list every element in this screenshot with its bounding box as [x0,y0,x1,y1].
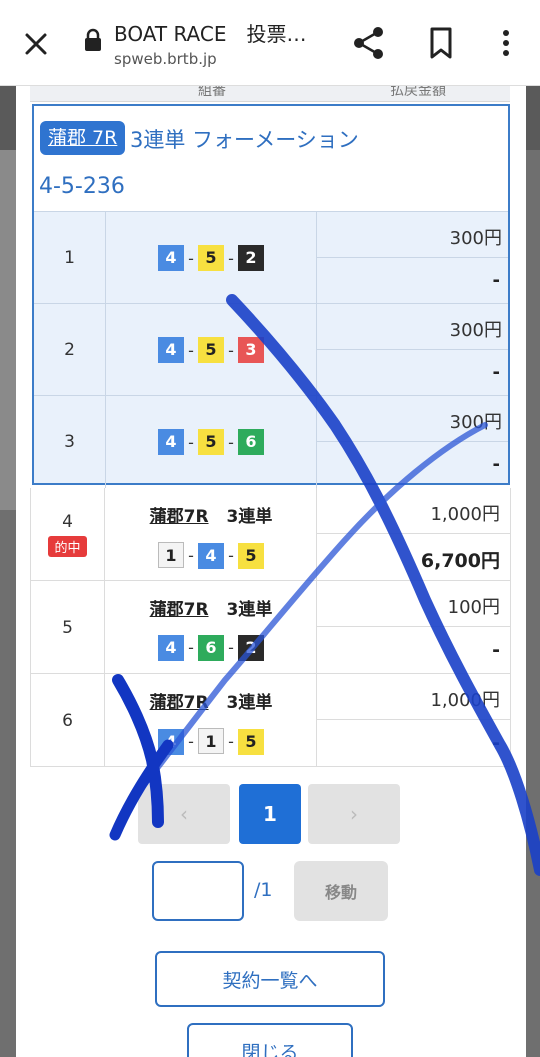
current-page-button[interactable]: 1 [239,784,301,844]
row-number: 1 [34,212,106,304]
close-icon[interactable] [18,26,54,62]
payout-amount: - [492,362,500,383]
bookmark-icon[interactable] [424,24,458,62]
bet-row[interactable]: 5 蒲郡7R 3連単 4-6-2 100円 - [30,581,511,674]
race-place-link[interactable]: 蒲郡7R [150,507,209,527]
boat-number: 5 [198,337,224,363]
bet-amount: 100円 [317,581,511,627]
bet-detail-modal: 組番 払戻金額 蒲郡 7R 3連単 フォーメーション 4-5-236 1 4-5… [16,83,526,1057]
row-number-cell: 6 [31,674,105,767]
next-page-button[interactable]: › [308,784,400,844]
page-number-input[interactable] [152,861,244,921]
bet-amount: 1,000円 [317,674,511,720]
boat-number: 3 [238,337,264,363]
bet-type: 3連単 [226,600,273,620]
bet-info: 蒲郡7R 3連単 1-4-5 [105,488,317,581]
boat-number: 5 [198,429,224,455]
move-button[interactable]: 移動 [294,861,388,921]
boat-number: 1 [198,728,224,754]
boat-combination: 4-1-5 [105,728,317,755]
boat-number: 4 [198,543,224,569]
selected-bet-card[interactable]: 蒲郡 7R 3連単 フォーメーション 4-5-236 1 4-5-2 300円 … [32,104,510,488]
hit-badge: 的中 [48,536,87,557]
row-number-cell: 4 的中 [31,488,105,581]
table-row: 3 4-5-6 300円 - [34,396,508,488]
bet-amount: 300円 [317,396,508,442]
boat-number: 2 [238,635,264,661]
race-line: 蒲郡7R 3連単 [105,595,317,620]
boat-number: 5 [238,729,264,755]
boat-combination: 4-5-6 [106,396,317,488]
bet-amount: 1,000円 [317,488,511,534]
boat-number: 4 [158,729,184,755]
boat-number: 4 [158,245,184,271]
page-total: /1 [254,879,273,901]
table-row: 1 4-5-2 300円 - [34,212,508,304]
share-icon[interactable] [350,24,388,62]
row-number: 5 [62,617,73,638]
page-title: BOAT RACE 投票… [114,22,307,46]
payout-amount: - [492,270,500,291]
boat-number: 4 [158,337,184,363]
boat-number: 2 [238,245,264,271]
row-number: 4 [62,512,73,532]
race-line: 蒲郡7R 3連単 [105,688,317,713]
race-line: 蒲郡7R 3連単 [105,502,317,527]
boat-combination: 4-6-2 [105,635,317,661]
payout-amount: - [317,720,511,767]
boat-number: 4 [158,429,184,455]
more-vert-icon[interactable] [494,24,518,62]
bet-row[interactable]: 6 蒲郡7R 3連単 4-1-5 1,000円 - [30,674,511,767]
payout-amount: 6,700円 [317,534,511,581]
boat-combination: 4-5-3 [106,304,317,396]
bet-type: 3連単 [226,693,273,713]
payout-amount: - [492,454,500,475]
boat-number: 5 [238,543,264,569]
bet-type: 3連単 [226,507,273,527]
bet-amount: 300円 [317,304,508,350]
selected-bet-header: 蒲郡 7R 3連単 フォーメーション 4-5-236 [34,106,508,212]
lock-icon [85,28,101,51]
table-header: 組番 払戻金額 [30,83,510,102]
race-place-link[interactable]: 蒲郡7R [150,693,209,713]
boat-number: 1 [158,542,184,568]
prev-page-button[interactable]: ‹ [138,784,230,844]
payout-amount: - [317,627,511,674]
row-number: 6 [62,710,73,731]
boat-number: 5 [198,245,224,271]
bet-row[interactable]: 4 的中 蒲郡7R 3連単 1-4-5 1,000円 6,700円 [30,488,511,581]
bet-info: 蒲郡7R 3連単 4-6-2 [105,581,317,674]
boat-combination: 4-5-2 [106,212,317,304]
page-url[interactable]: spweb.brtb.jp [114,50,217,68]
bet-type-label: 3連単 フォーメーション [130,128,359,152]
bet-amount: 300円 [317,212,508,258]
boat-combination: 1-4-5 [105,542,317,569]
row-number-cell: 5 [31,581,105,674]
browser-toolbar: BOAT RACE 投票… spweb.brtb.jp [0,0,540,86]
backdrop-card [0,150,16,510]
close-button[interactable]: 閉じる [187,1023,353,1057]
table-row: 2 4-5-3 300円 - [34,304,508,396]
bet-info: 蒲郡7R 3連単 4-1-5 [105,674,317,767]
contract-list-button[interactable]: 契約一覧へ [155,951,385,1007]
race-place-link[interactable]: 蒲郡7R [150,600,209,620]
boat-number: 4 [158,635,184,661]
boat-number: 6 [238,429,264,455]
formation-code: 4-5-236 [39,174,125,199]
row-number: 3 [34,396,106,488]
row-number: 2 [34,304,106,396]
place-race-badge[interactable]: 蒲郡 7R [40,121,126,155]
boat-number: 6 [198,635,224,661]
